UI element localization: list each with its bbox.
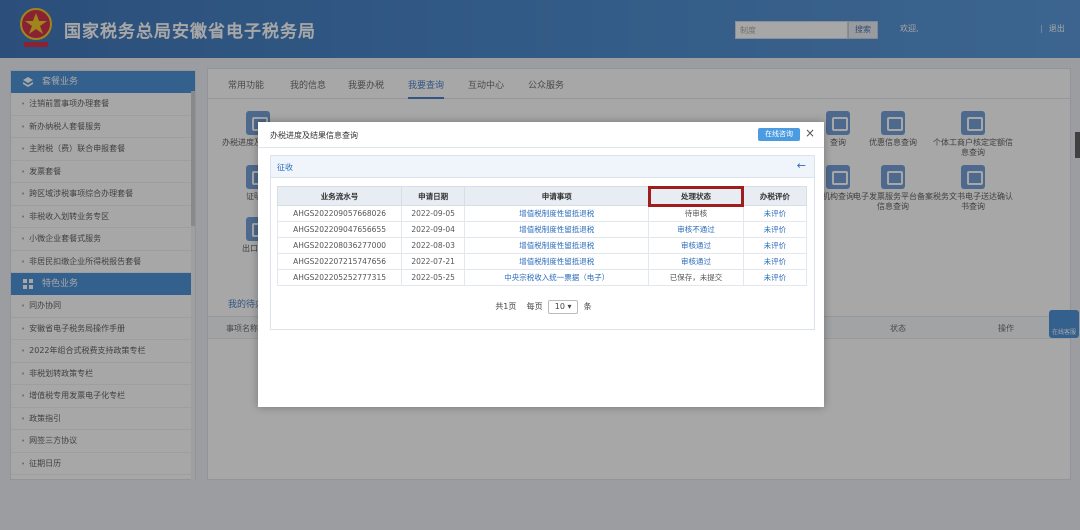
evaluation-link[interactable]: 未评价 xyxy=(742,269,808,286)
evaluation-link[interactable]: 未评价 xyxy=(742,205,808,222)
panel-header: 征收 ← xyxy=(271,156,814,178)
col-evaluation: 办税评价 xyxy=(742,186,808,206)
col-apply-item: 申请事项 xyxy=(464,186,650,206)
status-cell: 已保存，未提交 xyxy=(648,269,744,286)
evaluation-link[interactable]: 未评价 xyxy=(742,253,808,270)
close-icon[interactable]: × xyxy=(805,126,815,140)
status-cell: 待审核 xyxy=(648,205,744,222)
table-row: AHGS202207215747656 2022-07-21 增值税制度性留抵退… xyxy=(276,253,808,270)
page-total: 共1页 xyxy=(495,302,517,311)
serial-number-cell: AHGS202207215747656 xyxy=(276,253,403,270)
online-consult-button[interactable]: 在线咨询 xyxy=(758,128,800,141)
back-arrow-icon[interactable]: ← xyxy=(797,159,806,172)
pagination: 共1页 每页 10 ▾ 条 xyxy=(271,300,816,314)
date-cell: 2022-08-03 xyxy=(401,237,466,254)
status-link[interactable]: 审核不通过 xyxy=(648,221,744,238)
date-cell: 2022-09-04 xyxy=(401,221,466,238)
per-page-select[interactable]: 10 ▾ xyxy=(548,300,579,314)
divider xyxy=(258,147,824,148)
progress-query-dialog: 办税进度及结果信息查询 在线咨询 × 征收 ← 业务流水号 申请日期 申请事项 … xyxy=(258,122,824,407)
per-page-unit: 条 xyxy=(583,302,592,311)
serial-number-cell: AHGS202209047656655 xyxy=(276,221,403,238)
evaluation-link[interactable]: 未评价 xyxy=(742,221,808,238)
collection-panel: 征收 ← 业务流水号 申请日期 申请事项 处理状态 办税评价 AHGS20220… xyxy=(270,155,815,330)
col-apply-date: 申请日期 xyxy=(401,186,466,206)
serial-number-cell: AHGS202208036277000 xyxy=(276,237,403,254)
item-link[interactable]: 增值税制度性留抵退税 xyxy=(464,237,650,254)
date-cell: 2022-07-21 xyxy=(401,253,466,270)
item-link[interactable]: 增值税制度性留抵退税 xyxy=(464,221,650,238)
table-row: AHGS202208036277000 2022-08-03 增值税制度性留抵退… xyxy=(276,237,808,254)
item-link[interactable]: 中央宗税收入统一票据（电子） xyxy=(464,269,650,286)
progress-table: 业务流水号 申请日期 申请事项 处理状态 办税评价 AHGS2022090576… xyxy=(276,185,808,286)
serial-number-cell: AHGS202209057668026 xyxy=(276,205,403,222)
table-row: AHGS202209057668026 2022-09-05 增值税制度性留抵退… xyxy=(276,205,808,222)
per-page-value: 10 xyxy=(554,302,565,311)
table-row: AHGS202209047656655 2022-09-04 增值税制度性留抵退… xyxy=(276,221,808,238)
dialog-title: 办税进度及结果信息查询 xyxy=(270,131,358,140)
date-cell: 2022-09-05 xyxy=(401,205,466,222)
col-status: 处理状态 xyxy=(647,185,745,207)
per-page-label: 每页 xyxy=(526,302,543,311)
chevron-down-icon: ▾ xyxy=(567,302,572,311)
serial-number-cell: AHGS202205252777315 xyxy=(276,269,403,286)
col-serial-number: 业务流水号 xyxy=(276,186,403,206)
panel-label: 征收 xyxy=(277,163,293,172)
status-link[interactable]: 审核通过 xyxy=(648,253,744,270)
status-link[interactable]: 审核通过 xyxy=(648,237,744,254)
item-link[interactable]: 增值税制度性留抵退税 xyxy=(464,253,650,270)
table-row: AHGS202205252777315 2022-05-25 中央宗税收入统一票… xyxy=(276,269,808,286)
item-link[interactable]: 增值税制度性留抵退税 xyxy=(464,205,650,222)
evaluation-link[interactable]: 未评价 xyxy=(742,237,808,254)
date-cell: 2022-05-25 xyxy=(401,269,466,286)
